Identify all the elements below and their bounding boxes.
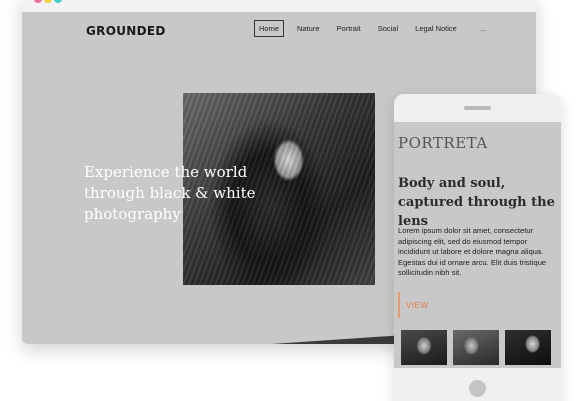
nav-social[interactable]: Social: [374, 21, 402, 36]
hero-title: Experience the world through black & whi…: [84, 163, 256, 223]
thumbnail-photo[interactable]: [401, 330, 447, 365]
mobile-brand-title: PORTRETA: [398, 134, 488, 152]
nav-portrait[interactable]: Portrait: [333, 21, 365, 36]
thumbnail-strip: [401, 330, 557, 365]
nav-home[interactable]: Home: [254, 20, 285, 37]
browser-title-bar: [22, 0, 536, 12]
nav-nature[interactable]: Nature: [293, 21, 324, 36]
thumbnail-photo[interactable]: [505, 330, 551, 365]
nav-more-icon[interactable]: ...: [480, 24, 486, 33]
phone-home-button[interactable]: [469, 380, 486, 397]
window-close-dot-icon[interactable]: [34, 0, 42, 3]
phone-speaker: [464, 106, 491, 110]
window-minimize-dot-icon[interactable]: [44, 0, 52, 3]
view-button[interactable]: VIEW: [398, 292, 428, 318]
mobile-heading: Body and soul, captured through the lens: [398, 176, 555, 229]
mobile-phone-mockup: PORTRETA Body and soul, captured through…: [394, 94, 561, 401]
site-logo[interactable]: GROUNDED: [86, 24, 166, 38]
mobile-body-text: Lorem ipsum dolor sit amet, consectetur …: [398, 226, 547, 277]
phone-screen: PORTRETA Body and soul, captured through…: [394, 122, 561, 368]
nav-legal-notice[interactable]: Legal Notice: [411, 21, 461, 36]
thumbnail-photo[interactable]: [453, 330, 499, 365]
main-nav: Home Nature Portrait Social Legal Notice…: [254, 20, 486, 37]
window-maximize-dot-icon[interactable]: [54, 0, 62, 3]
